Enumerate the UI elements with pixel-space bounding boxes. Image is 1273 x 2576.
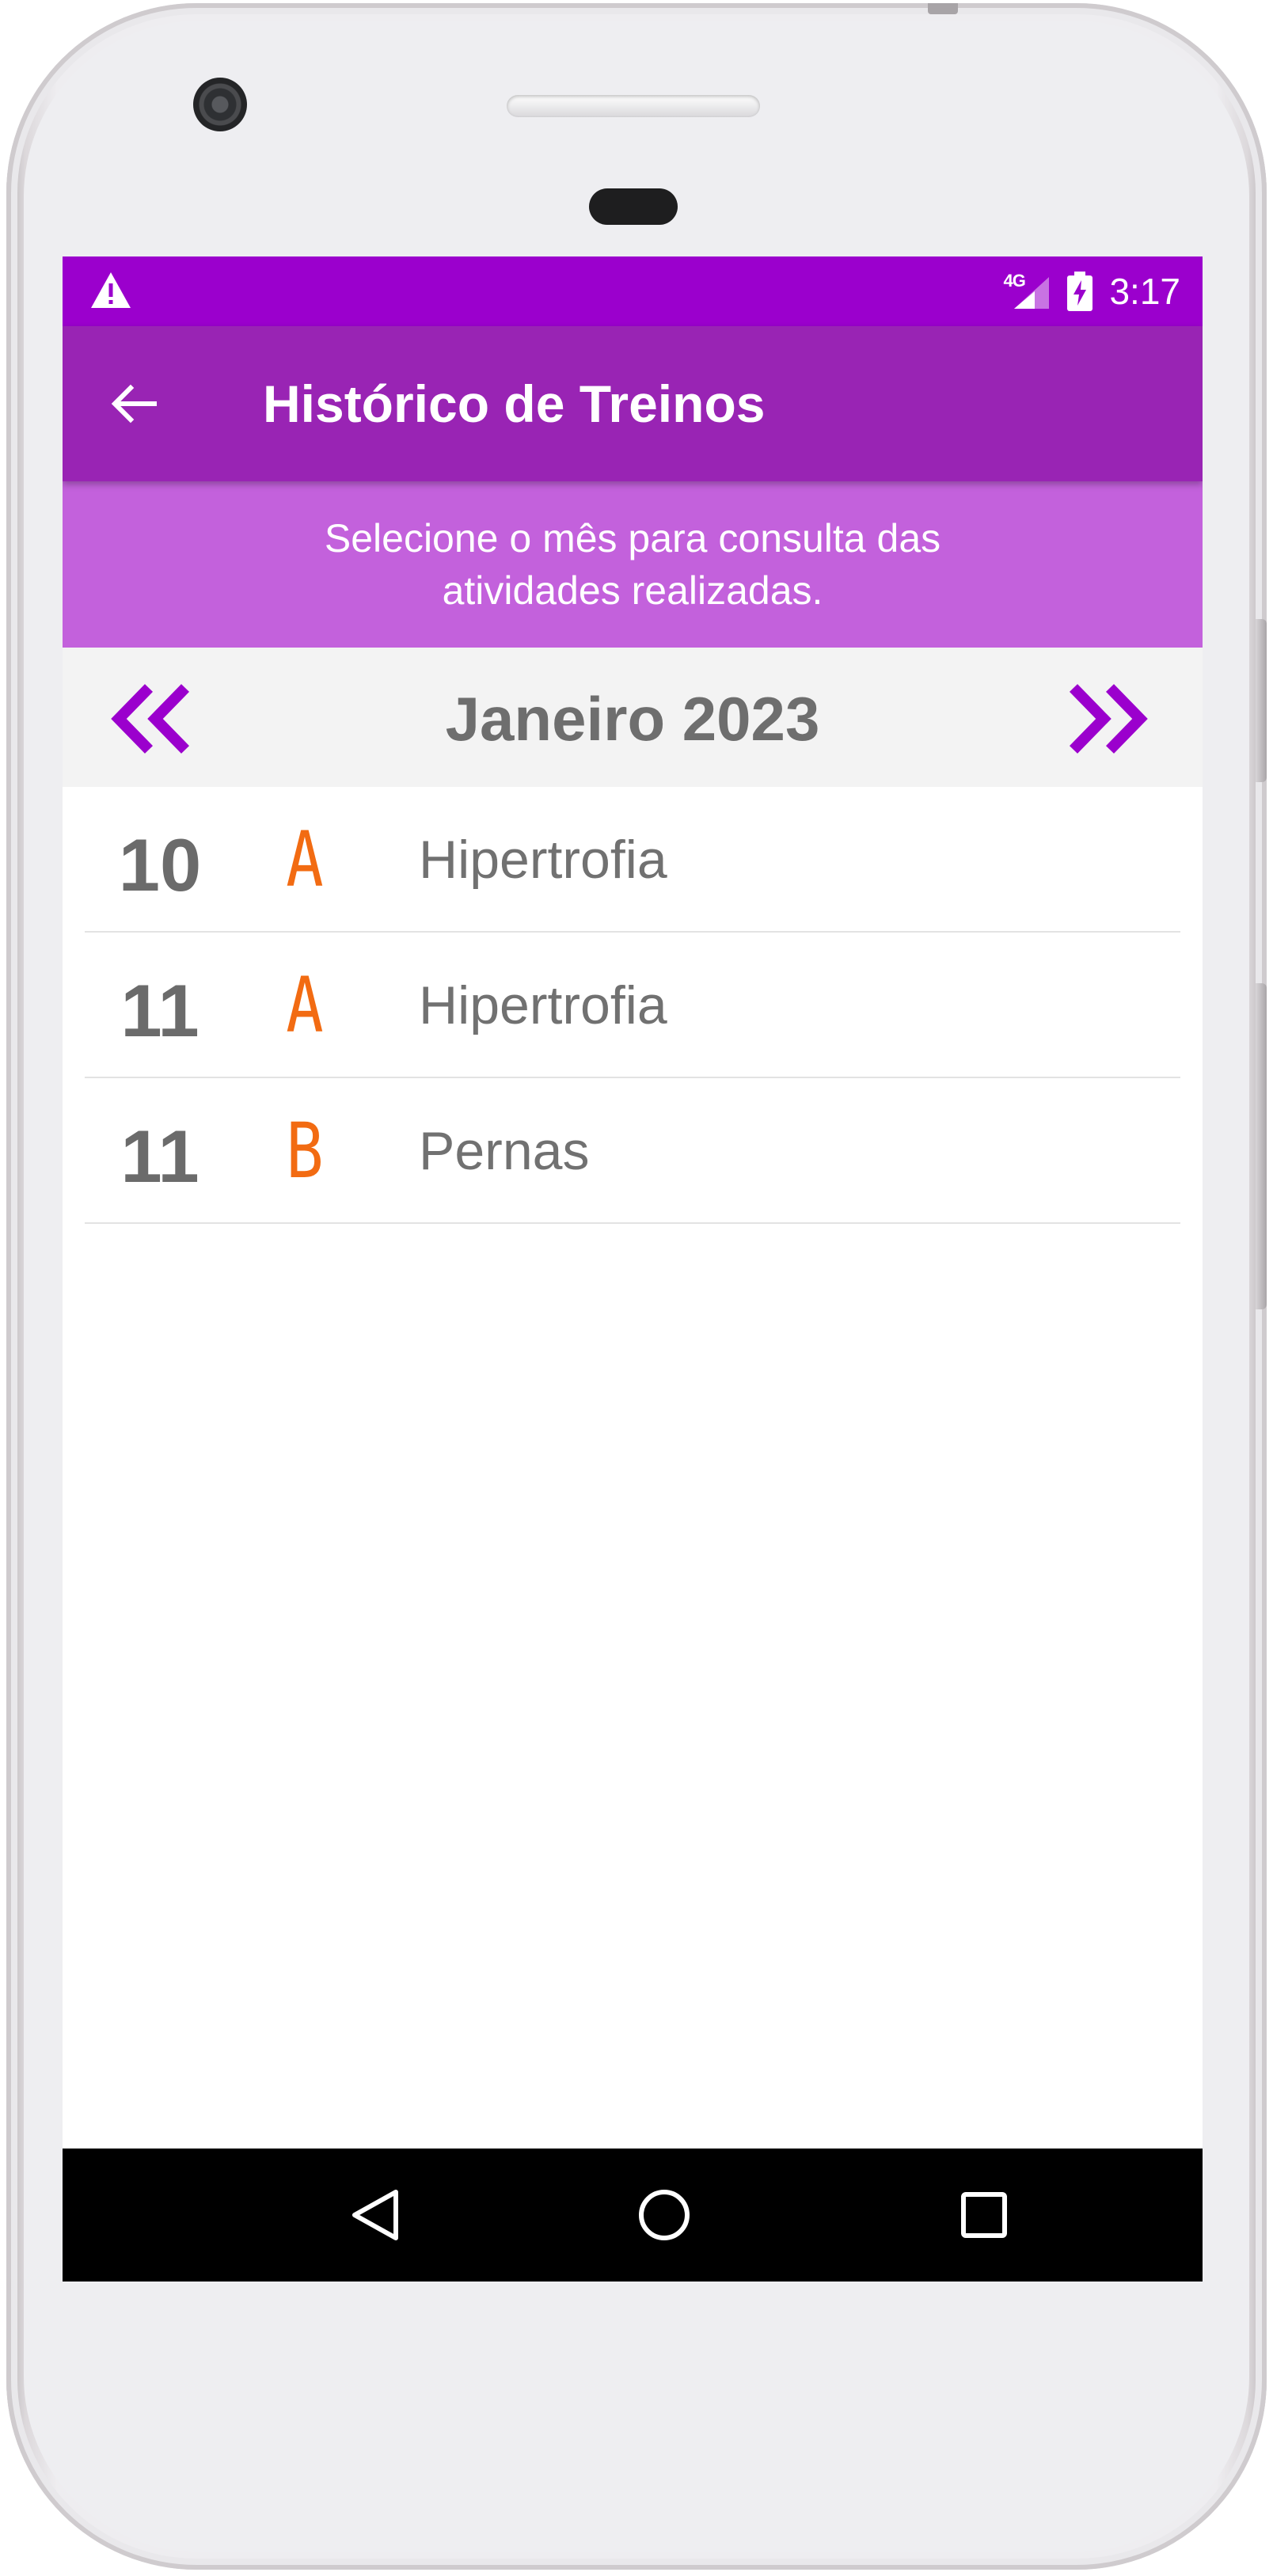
workout-name: Pernas	[419, 1121, 590, 1181]
workout-letter: A	[286, 961, 324, 1050]
back-button[interactable]	[102, 372, 165, 435]
workout-day: 11	[120, 1115, 200, 1198]
page-title: Histórico de Treinos	[263, 374, 766, 433]
workout-day: 11	[120, 969, 200, 1052]
arrow-back-icon	[111, 384, 157, 424]
info-banner-text: Selecione o mês para consulta das ativid…	[324, 516, 941, 613]
workout-history-list: 10 A Hipertrofia 11 A Hipertrofia 11 B P…	[85, 787, 1180, 1224]
status-icons: 4G 3:17	[1003, 256, 1180, 326]
month-label: Janeiro 2023	[445, 684, 820, 754]
volume-button	[1256, 983, 1267, 1309]
nav-recent-apps-icon	[961, 2192, 1007, 2238]
status-bar: 4G 3:17	[63, 256, 1203, 326]
battery-charging-icon	[1067, 272, 1093, 311]
workout-letter: B	[286, 1107, 324, 1195]
power-button	[1256, 619, 1267, 782]
list-item[interactable]: 10 A Hipertrofia	[85, 787, 1180, 933]
workout-day: 10	[118, 823, 202, 906]
workout-name: Hipertrofia	[419, 830, 667, 890]
list-item[interactable]: 11 B Pernas	[85, 1078, 1180, 1224]
workout-letter: A	[286, 815, 324, 904]
nav-back-button[interactable]	[343, 2183, 406, 2247]
info-banner: Selecione o mês para consulta das ativid…	[63, 481, 1203, 648]
double-chevron-right-icon	[1069, 684, 1148, 754]
proximity-sensor	[589, 188, 678, 225]
earpiece-speaker	[507, 95, 760, 117]
nav-recent-apps-button[interactable]	[952, 2183, 1016, 2247]
next-month-button[interactable]	[1063, 681, 1150, 757]
nav-home-button[interactable]	[633, 2183, 696, 2247]
workout-name: Hipertrofia	[419, 975, 667, 1035]
warning-icon	[91, 272, 131, 308]
list-item[interactable]: 11 A Hipertrofia	[85, 933, 1180, 1078]
front-camera	[193, 78, 247, 131]
status-time: 3:17	[1109, 271, 1180, 312]
app-screen: 4G 3:17 Histórico de Treinos Selecione o	[63, 256, 1203, 2282]
signal-icon: 4G	[1003, 271, 1051, 312]
month-selector: Janeiro 2023	[63, 648, 1203, 787]
phone-top-edge	[928, 3, 958, 14]
nav-back-icon	[352, 2190, 398, 2240]
nav-home-icon	[639, 2190, 690, 2240]
navigation-bar	[63, 2149, 1203, 2282]
app-toolbar: Histórico de Treinos	[63, 326, 1203, 481]
